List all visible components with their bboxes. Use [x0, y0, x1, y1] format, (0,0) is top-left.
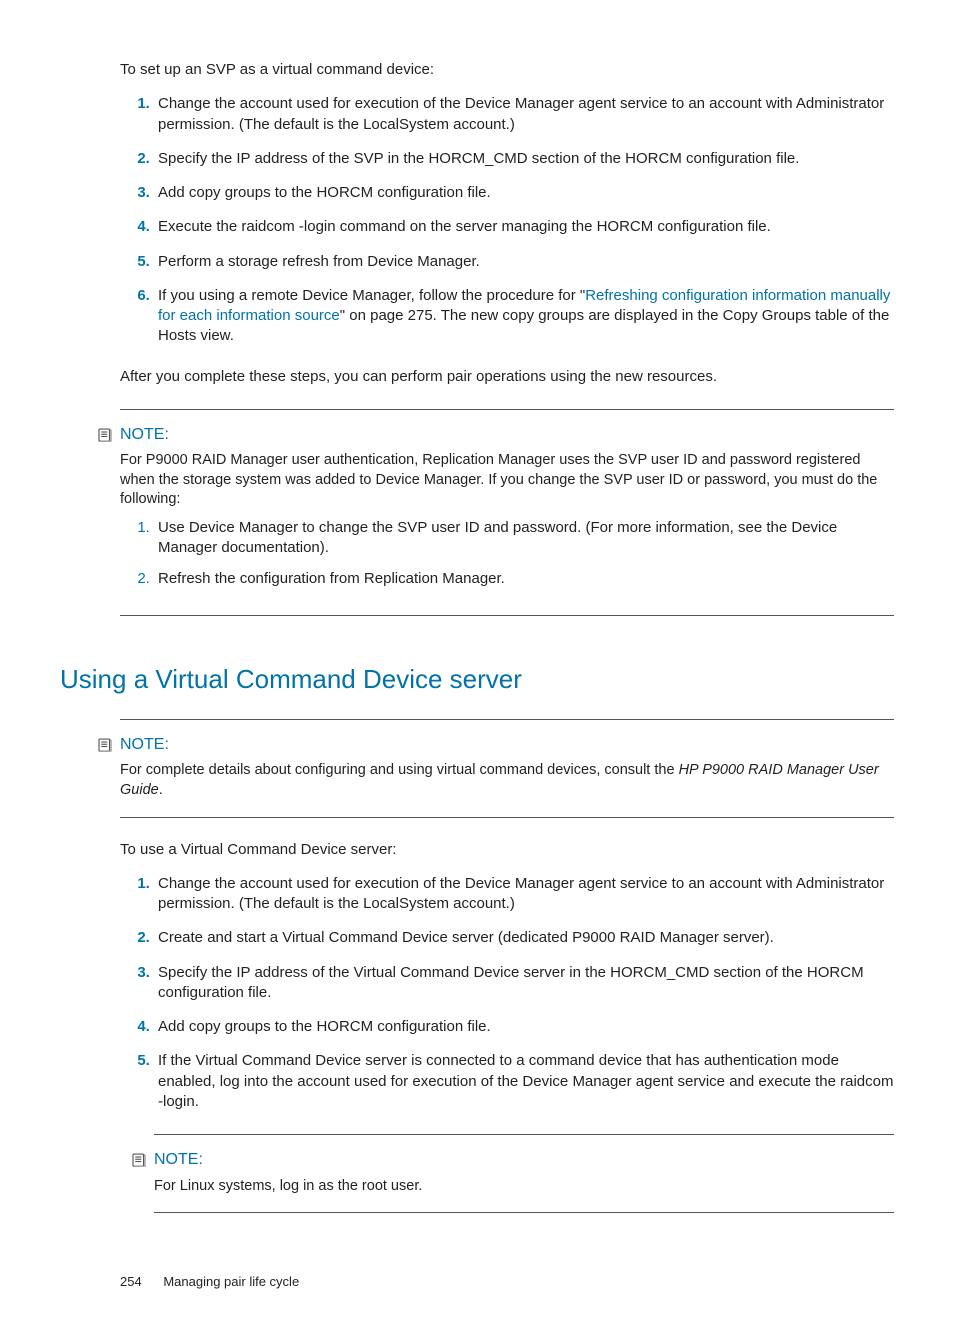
step-text: .: [195, 1093, 199, 1110]
code-text: HORCM_CMD: [428, 150, 527, 167]
note-text: .: [159, 782, 163, 798]
step-item: Specify the IP address of the SVP in the…: [154, 149, 894, 169]
note-text: For complete details about configuring a…: [120, 762, 679, 778]
note-body: For Linux systems, log in as the root us…: [154, 1177, 894, 1197]
note-icon: [96, 426, 114, 444]
code-text: HORCM_CMD: [610, 964, 709, 981]
note-label: NOTE:: [120, 734, 169, 756]
step-item: Add copy groups to the HORCM configurati…: [154, 1017, 894, 1037]
page-number: 254: [120, 1274, 142, 1289]
note-label: NOTE:: [120, 424, 169, 446]
note-block: NOTE: For complete details about configu…: [120, 719, 894, 818]
step-item: Create and start a Virtual Command Devic…: [154, 928, 894, 948]
note-icon: [130, 1151, 148, 1169]
note-icon: [96, 736, 114, 754]
step-text: Specify the IP address of the SVP in the: [158, 150, 428, 167]
step-text: Execute the: [158, 218, 241, 235]
note-substeps: Use Device Manager to change the SVP use…: [120, 518, 894, 589]
substep-item: Refresh the configuration from Replicati…: [154, 569, 894, 589]
step-text: Specify the IP address of the Virtual Co…: [158, 964, 610, 981]
intro-text: To set up an SVP as a virtual command de…: [120, 60, 894, 80]
note-block: NOTE: For P9000 RAID Manager user authen…: [120, 409, 894, 616]
step-item: Specify the IP address of the Virtual Co…: [154, 963, 894, 1004]
code-text: raidcom -login: [241, 218, 335, 235]
step-item: Change the account used for execution of…: [154, 874, 894, 915]
step-item: Execute the raidcom -login command on th…: [154, 217, 894, 237]
step-text: If the Virtual Command Device server is …: [158, 1052, 840, 1089]
step-text: command on the server managing the HORCM…: [336, 218, 771, 235]
section-heading: Using a Virtual Command Device server: [60, 662, 894, 697]
note-body: For P9000 RAID Manager user authenticati…: [120, 451, 894, 510]
after-text: After you complete these steps, you can …: [120, 367, 894, 387]
step-text: If you using a remote Device Manager, fo…: [158, 287, 585, 304]
step-item: Change the account used for execution of…: [154, 94, 894, 135]
step-text: section of the HORCM configuration file.: [528, 150, 800, 167]
step-item: Perform a storage refresh from Device Ma…: [154, 252, 894, 272]
setup-svp-steps: Change the account used for execution of…: [120, 94, 894, 346]
page-footer: 254 Managing pair life cycle: [60, 1273, 894, 1291]
note-block: NOTE: For Linux systems, log in as the r…: [154, 1134, 894, 1213]
vcd-steps: Change the account used for execution of…: [120, 874, 894, 1112]
step-item: If the Virtual Command Device server is …: [154, 1051, 894, 1112]
intro-text: To use a Virtual Command Device server:: [120, 840, 894, 860]
step-item: Add copy groups to the HORCM configurati…: [154, 183, 894, 203]
note-body: For complete details about configuring a…: [120, 761, 894, 800]
substep-item: Use Device Manager to change the SVP use…: [154, 518, 894, 559]
note-label: NOTE:: [154, 1149, 203, 1171]
footer-title: Managing pair life cycle: [163, 1274, 299, 1289]
step-item: If you using a remote Device Manager, fo…: [154, 286, 894, 347]
